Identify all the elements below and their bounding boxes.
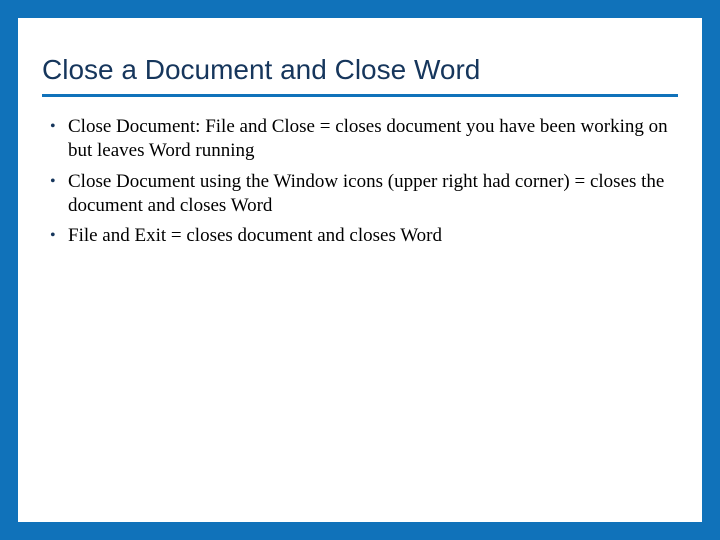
bullet-icon: • — [46, 224, 68, 248]
slide-content: • Close Document: File and Close = close… — [42, 115, 678, 249]
bullet-text: Close Document: File and Close = closes … — [68, 115, 678, 164]
bullet-text: File and Exit = closes document and clos… — [68, 224, 678, 248]
list-item: • Close Document: File and Close = close… — [46, 115, 678, 164]
bullet-icon: • — [46, 115, 68, 139]
slide-frame: Close a Document and Close Word • Close … — [0, 0, 720, 540]
slide-title: Close a Document and Close Word — [42, 54, 678, 97]
list-item: • File and Exit = closes document and cl… — [46, 224, 678, 248]
list-item: • Close Document using the Window icons … — [46, 170, 678, 219]
bullet-text: Close Document using the Window icons (u… — [68, 170, 678, 219]
bullet-icon: • — [46, 170, 68, 194]
